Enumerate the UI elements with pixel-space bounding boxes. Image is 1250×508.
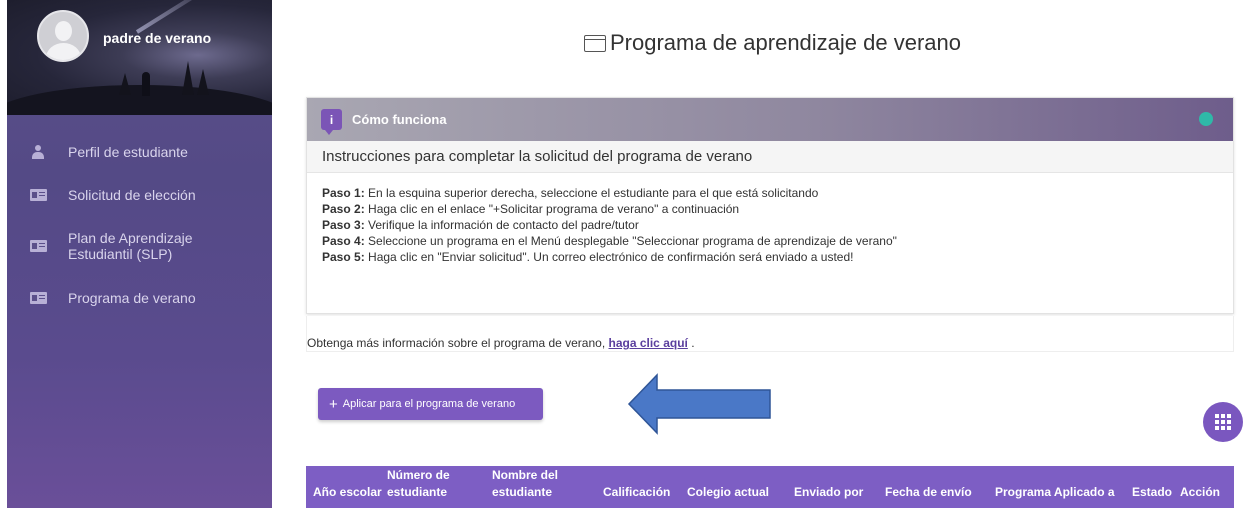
id-card-icon: [29, 289, 47, 309]
step-item: Paso 4: Seleccione un programa en el Men…: [322, 234, 897, 248]
status-dot[interactable]: [1199, 112, 1213, 126]
applications-table-header: Año escolar Número de estudiante Nombre …: [306, 466, 1234, 508]
panel-header: i Cómo funciona: [307, 98, 1233, 141]
page-title: Programa de aprendizaje de verano: [584, 30, 961, 56]
step-item: Paso 5: Haga clic en "Enviar solicitud".…: [322, 250, 854, 264]
page-title-text: Programa de aprendizaje de verano: [610, 30, 962, 55]
grid-icon: [1215, 414, 1231, 430]
column-header[interactable]: Colegio actual: [687, 484, 769, 501]
column-header[interactable]: Año escolar: [313, 484, 382, 501]
step-item: Paso 1: En la esquina superior derecha, …: [322, 186, 819, 200]
how-it-works-panel: i Cómo funciona Instrucciones para compl…: [306, 97, 1234, 314]
column-header[interactable]: Número de estudiante: [387, 467, 467, 501]
user-name[interactable]: padre de verano: [103, 30, 211, 46]
column-header[interactable]: Fecha de envío: [885, 484, 972, 501]
more-info-suffix: .: [687, 336, 695, 350]
info-icon: i: [321, 109, 342, 135]
column-header[interactable]: Acción: [1180, 484, 1220, 501]
steps-list: Paso 1: En la esquina superior derecha, …: [307, 173, 1233, 265]
sidebar-item-label: Programa de verano: [68, 290, 196, 306]
sidebar-item-student-profile[interactable]: Perfil de estudiante: [7, 143, 188, 164]
more-info-row: Obtenga más información sobre el program…: [306, 316, 1234, 352]
person-icon: [29, 143, 47, 164]
column-header[interactable]: Nombre del estudiante: [492, 467, 572, 501]
more-info-text: Obtenga más información sobre el program…: [307, 336, 609, 350]
sidebar-item-label: Solicitud de elección: [68, 187, 196, 203]
column-header[interactable]: Enviado por: [794, 484, 863, 501]
sidebar-item-summer-program[interactable]: Programa de verano: [7, 289, 196, 309]
annotation-arrow-icon: [627, 373, 771, 435]
id-card-icon: [29, 237, 47, 257]
sidebar-header-banner: padre de verano: [7, 0, 272, 115]
sidebar-item-slp[interactable]: Plan de Aprendizaje Estudiantil (SLP): [7, 230, 218, 262]
apps-grid-button[interactable]: [1203, 402, 1243, 442]
sidebar-item-choice-application[interactable]: Solicitud de elección: [7, 186, 196, 206]
column-header[interactable]: Calificación: [603, 484, 670, 501]
avatar[interactable]: [37, 10, 89, 62]
sidebar-item-label: Plan de Aprendizaje Estudiantil (SLP): [68, 230, 193, 262]
window-icon: [584, 30, 606, 52]
step-item: Paso 2: Haga clic en el enlace "+Solicit…: [322, 202, 740, 216]
column-header[interactable]: Estado: [1132, 484, 1172, 501]
plus-icon: +: [329, 395, 338, 413]
more-info-link[interactable]: haga clic aquí: [609, 336, 688, 350]
panel-title: Cómo funciona: [352, 112, 447, 127]
apply-button-label: Aplicar para el programa de verano: [342, 398, 516, 410]
column-header[interactable]: Programa Aplicado a: [995, 484, 1115, 501]
id-card-icon: [29, 186, 47, 206]
sidebar: padre de verano Perfil de estudiante Sol…: [7, 0, 272, 508]
panel-subtitle: Instrucciones para completar la solicitu…: [307, 141, 1233, 173]
sidebar-item-label: Perfil de estudiante: [68, 144, 188, 160]
step-item: Paso 3: Verifique la información de cont…: [322, 218, 639, 232]
apply-summer-program-button[interactable]: + Aplicar para el programa de verano: [318, 388, 543, 420]
